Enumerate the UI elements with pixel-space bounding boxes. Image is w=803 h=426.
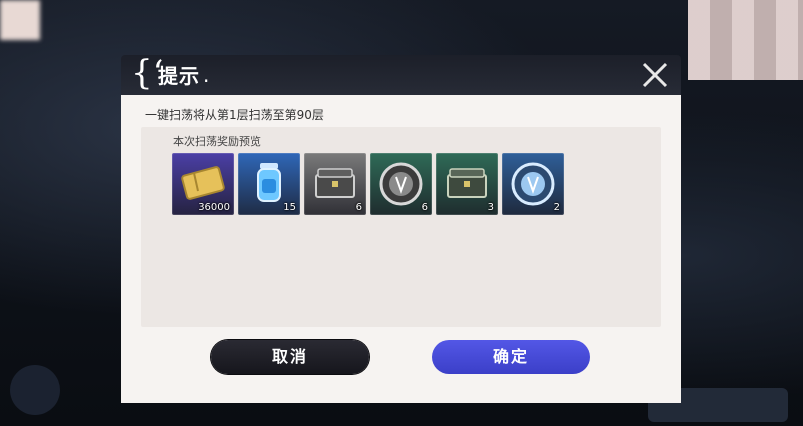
dialog-title: 提示 [158,64,200,88]
reward-quantity: 6 [355,202,362,213]
reward-quantity: 36000 [198,202,230,213]
background-home-icon [10,365,60,415]
rewards-panel: 本次扫荡奖励预览 36000 15 6 6 3 2 [141,127,661,327]
reward-quantity: 2 [553,202,560,213]
reward-item[interactable]: 3 [436,153,498,215]
reward-quantity: 3 [487,202,494,213]
close-button[interactable] [639,59,671,91]
reward-quantity: 6 [421,202,428,213]
reward-item[interactable]: 6 [304,153,366,215]
title-dot-icon: . [203,63,210,87]
sweep-description: 一键扫荡将从第1层扫荡至第90层 [145,108,324,122]
reward-item[interactable]: 2 [502,153,564,215]
background-blur-top-right [688,0,803,80]
reward-item[interactable]: 15 [238,153,300,215]
rewards-list: 36000 15 6 6 3 2 [172,153,564,215]
dialog-body: 一键扫荡将从第1层扫荡至第90层 本次扫荡奖励预览 36000 15 6 6 3 2 取消… [121,95,681,403]
reward-quantity: 15 [283,202,296,213]
confirm-button[interactable]: 确定 [432,340,590,374]
background-blur-top-left [0,0,40,40]
cancel-button[interactable]: 取消 [211,340,369,374]
reward-item[interactable]: 36000 [172,153,234,215]
close-icon [642,62,668,88]
reward-item[interactable]: 6 [370,153,432,215]
dialog-header: {‘ 提示 . [121,53,681,95]
rewards-label: 本次扫荡奖励预览 [173,135,261,148]
